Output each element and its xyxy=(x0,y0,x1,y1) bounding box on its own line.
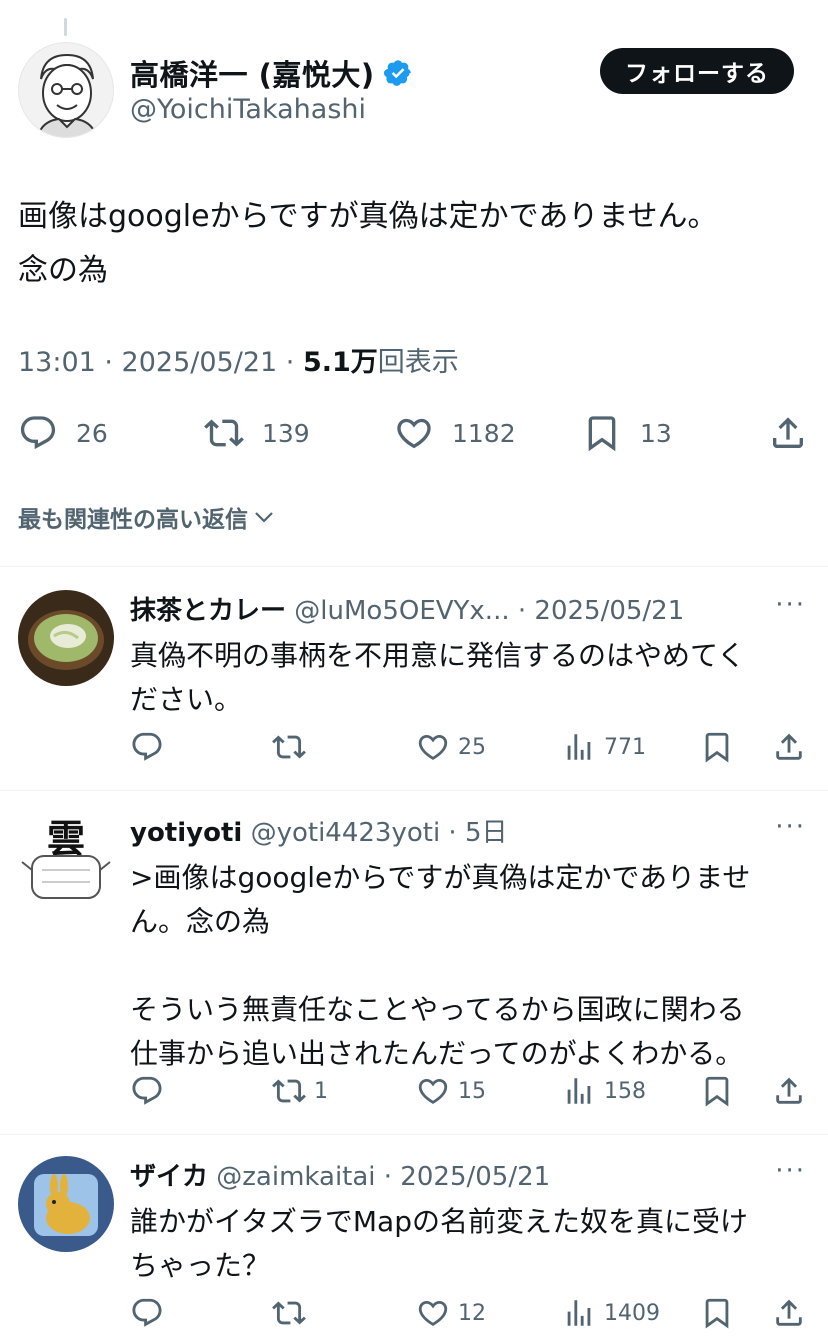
reply-button[interactable] xyxy=(130,1072,164,1110)
share-icon xyxy=(776,733,802,760)
like-button[interactable]: 25 xyxy=(416,728,486,766)
share-button[interactable] xyxy=(772,1072,806,1110)
author-name[interactable]: 高橋洋一 (嘉悦大) xyxy=(130,52,375,94)
share-button[interactable] xyxy=(768,410,808,456)
reply-actions: 1 15 158 xyxy=(130,1072,810,1110)
reply-header: ザイカ @zaimkaitai · 2025/05/21 xyxy=(130,1156,750,1193)
like-button[interactable]: 15 xyxy=(416,1072,486,1110)
reply-icon xyxy=(132,1076,162,1105)
bookmark-icon xyxy=(705,1298,729,1329)
retweet-button[interactable]: 139 xyxy=(204,410,310,456)
reply-handle-date[interactable]: @yoti4423yoti · 5日 xyxy=(242,818,508,848)
tweet-meta: 13:01 · 2025/05/21 · 5.1万回表示 xyxy=(18,340,459,379)
reply-author-name[interactable]: 抹茶とカレー xyxy=(130,596,286,626)
reply-text: >画像はgoogleからですが真偽は定かでありませ ん。念の為 そういう無責任な… xyxy=(130,861,751,1070)
views-button[interactable]: 771 xyxy=(562,728,646,766)
reply-text: 誰かがイタズラでMapの名前変えた奴を真に受け ちゃった？ xyxy=(130,1205,748,1282)
retweet-icon xyxy=(272,1079,306,1103)
reply-handle-date[interactable]: @zaimkaitai · 2025/05/21 xyxy=(208,1162,550,1192)
reply-icon xyxy=(132,732,162,761)
reply-button[interactable]: 26 xyxy=(18,410,108,456)
share-button[interactable] xyxy=(772,728,806,766)
like-button[interactable]: 12 xyxy=(416,1294,486,1332)
reply-author-name[interactable]: ザイカ xyxy=(130,1162,208,1192)
tweet-timestamp[interactable]: 13:01 · 2025/05/21 · xyxy=(18,347,303,378)
divider xyxy=(0,790,828,791)
reply-header: yotiyoti @yoti4423yoti · 5日 xyxy=(130,812,750,849)
reply-header: 抹茶とカレー @luMo5OEVYx... · 2025/05/21 xyxy=(130,590,750,627)
bookmark-icon xyxy=(705,1076,729,1107)
reply-button[interactable] xyxy=(130,1294,164,1332)
reply-sort-label: 最も関連性の高い返信 xyxy=(18,507,248,533)
like-count: 15 xyxy=(458,1078,486,1104)
main-tweet-header: 高橋洋一 (嘉悦大) @YoichiTakahashi フォローする xyxy=(18,42,794,140)
retweet-button[interactable] xyxy=(272,1294,306,1332)
share-button[interactable] xyxy=(772,1294,806,1332)
reply-icon xyxy=(20,416,56,450)
divider xyxy=(0,1134,828,1135)
heart-icon xyxy=(397,418,431,449)
bookmark-icon xyxy=(588,416,616,452)
tweet-text: 画像はgoogleからですが真偽は定かでありません。 念の為 xyxy=(18,199,718,288)
more-options-icon[interactable]: ··· xyxy=(775,1156,806,1186)
retweet-button[interactable] xyxy=(272,728,306,766)
heart-icon xyxy=(418,734,448,760)
share-icon xyxy=(776,1077,802,1104)
bookmark-button[interactable] xyxy=(700,1072,734,1110)
bookmark-count: 13 xyxy=(640,418,672,448)
share-icon xyxy=(776,1299,802,1326)
like-button[interactable]: 1182 xyxy=(394,410,516,456)
more-options-icon[interactable]: ··· xyxy=(775,812,806,842)
views-count: 771 xyxy=(604,734,646,760)
retweet-icon xyxy=(204,419,244,447)
tweet-actions: 26 139 1182 13 xyxy=(18,410,808,456)
retweet-icon xyxy=(272,735,306,759)
views-label: 回表示 xyxy=(377,347,459,378)
author-handle[interactable]: @YoichiTakahashi xyxy=(130,94,366,125)
reply-avatar[interactable] xyxy=(18,590,114,686)
like-count: 1182 xyxy=(452,418,516,448)
retweet-count: 1 xyxy=(314,1078,328,1104)
analytics-icon xyxy=(567,1300,591,1326)
reply-count: 26 xyxy=(76,418,108,448)
more-options-icon[interactable]: ··· xyxy=(775,590,806,620)
like-count: 12 xyxy=(458,1300,486,1326)
like-count: 25 xyxy=(458,734,486,760)
author-avatar[interactable] xyxy=(18,42,114,138)
heart-icon xyxy=(418,1300,448,1326)
views-count: 158 xyxy=(604,1078,646,1104)
divider xyxy=(0,566,828,567)
thread-connector-line xyxy=(64,18,67,36)
svg-text:雲: 雲 xyxy=(47,816,85,861)
share-icon xyxy=(773,417,803,448)
reply-sort-dropdown[interactable]: 最も関連性の高い返信 xyxy=(18,500,276,534)
analytics-icon xyxy=(567,734,591,760)
bookmark-button[interactable] xyxy=(700,728,734,766)
views-button[interactable]: 1409 xyxy=(562,1294,660,1332)
bookmark-icon xyxy=(705,732,729,763)
reply-actions: 12 1409 xyxy=(130,1294,810,1332)
chevron-down-icon xyxy=(255,512,273,523)
bookmark-button[interactable] xyxy=(700,1294,734,1332)
retweet-button[interactable]: 1 xyxy=(272,1072,328,1110)
views-count: 5.1万 xyxy=(302,347,378,378)
follow-button[interactable]: フォローする xyxy=(600,48,794,94)
analytics-icon xyxy=(567,1078,591,1104)
heart-icon xyxy=(418,1078,448,1104)
verified-badge-icon xyxy=(383,60,411,86)
reply-button[interactable] xyxy=(130,728,164,766)
reply-avatar[interactable]: 雲 xyxy=(18,812,114,908)
reply-author-name[interactable]: yotiyoti xyxy=(130,818,242,848)
views-button[interactable]: 158 xyxy=(562,1072,646,1110)
retweet-icon xyxy=(272,1301,306,1325)
reply-actions: 25 771 xyxy=(130,728,810,766)
reply-avatar[interactable] xyxy=(18,1156,114,1252)
reply-text: 真偽不明の事柄を不用意に発信するのはやめてく ださい。 xyxy=(130,639,746,716)
reply-handle-date[interactable]: @luMo5OEVYx... · 2025/05/21 xyxy=(286,596,684,626)
retweet-count: 139 xyxy=(262,418,310,448)
bookmark-button[interactable]: 13 xyxy=(582,410,672,456)
views-count: 1409 xyxy=(604,1300,660,1326)
reply-icon xyxy=(132,1298,162,1327)
